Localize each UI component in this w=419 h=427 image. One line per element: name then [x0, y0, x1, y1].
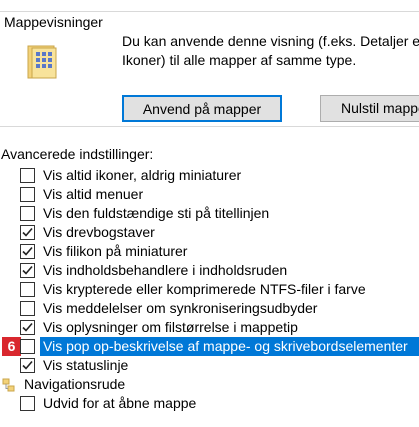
group-title: Mappevisninger	[4, 13, 106, 31]
setting-row[interactable]: Vis oplysninger om filstørrelse i mappet…	[0, 318, 419, 337]
checkbox-checked[interactable]	[20, 320, 35, 335]
setting-row[interactable]: Vis krypterede eller komprimerede NTFS-f…	[0, 280, 419, 299]
checkbox-unchecked[interactable]	[20, 187, 35, 202]
advanced-settings-label: Avancerede indstillinger:	[1, 146, 154, 162]
setting-label: Vis den fuldstændige sti på titellinjen	[43, 205, 270, 221]
setting-label: Vis oplysninger om filstørrelse i mappet…	[43, 319, 298, 335]
setting-row[interactable]: 6 Vis pop op-beskrivelse af mappe- og skr…	[0, 337, 419, 356]
navigation-pane-icon	[2, 378, 15, 392]
checkbox-checked[interactable]	[20, 358, 35, 373]
checkbox-unchecked[interactable]	[20, 282, 35, 297]
step-badge: 6	[2, 337, 21, 356]
setting-label: Vis meddelelser om synkroniseringsudbyde…	[43, 300, 318, 316]
setting-label: Vis pop op-beskrivelse af mappe- og skri…	[43, 338, 408, 354]
setting-row[interactable]: Vis indholdsbehandlere i indholdsruden	[0, 261, 419, 280]
checkbox-checked[interactable]	[20, 244, 35, 259]
setting-label: Udvid for at åbne mappe	[43, 395, 197, 411]
checkbox-unchecked[interactable]	[20, 301, 35, 316]
advanced-settings-list[interactable]: Vis altid ikoner, aldrig miniaturer Vis a…	[0, 166, 419, 413]
apply-to-folders-button[interactable]: Anvend på mapper	[122, 95, 282, 122]
setting-row[interactable]: Vis altid ikoner, aldrig miniaturer	[0, 166, 419, 185]
setting-label: Vis altid ikoner, aldrig miniaturer	[43, 167, 242, 183]
checkbox-checked[interactable]	[20, 263, 35, 278]
group-description: Du kan anvende denne visning (f.eks. Det…	[122, 33, 419, 68]
setting-row[interactable]: Vis statuslinje	[0, 356, 419, 375]
reset-folders-button[interactable]: Nulstil mapper	[320, 95, 419, 122]
setting-label: Vis krypterede eller komprimerede NTFS-f…	[43, 281, 366, 297]
setting-row[interactable]: Udvid for at åbne mappe	[0, 394, 419, 413]
checkbox-unchecked[interactable]	[20, 339, 35, 354]
setting-row[interactable]: Vis altid menuer	[0, 185, 419, 204]
navigation-pane-label: Navigationsrude	[24, 376, 126, 392]
setting-label: Vis drevbogstaver	[43, 224, 155, 240]
setting-row[interactable]: Vis meddelelser om synkroniseringsudbyde…	[0, 299, 419, 318]
checkbox-unchecked[interactable]	[20, 168, 35, 183]
setting-row[interactable]: Vis drevbogstaver	[0, 223, 419, 242]
checkbox-checked[interactable]	[20, 225, 35, 240]
checkbox-unchecked[interactable]	[20, 206, 35, 221]
setting-label: Vis altid menuer	[43, 186, 144, 202]
folder-view-icon	[27, 45, 57, 79]
setting-label: Vis indholdsbehandlere i indholdsruden	[43, 262, 288, 278]
setting-row[interactable]: Vis den fuldstændige sti på titellinjen	[0, 204, 419, 223]
setting-label: Vis statuslinje	[43, 357, 129, 373]
setting-label: Vis filikon på miniaturer	[43, 243, 188, 259]
folder-views-group: Mappevisninger Du kan anvende denne visn…	[0, 11, 419, 127]
setting-row[interactable]: Vis filikon på miniaturer	[0, 242, 419, 261]
checkbox-unchecked[interactable]	[20, 396, 35, 411]
navigation-pane-group: Navigationsrude	[0, 375, 419, 394]
